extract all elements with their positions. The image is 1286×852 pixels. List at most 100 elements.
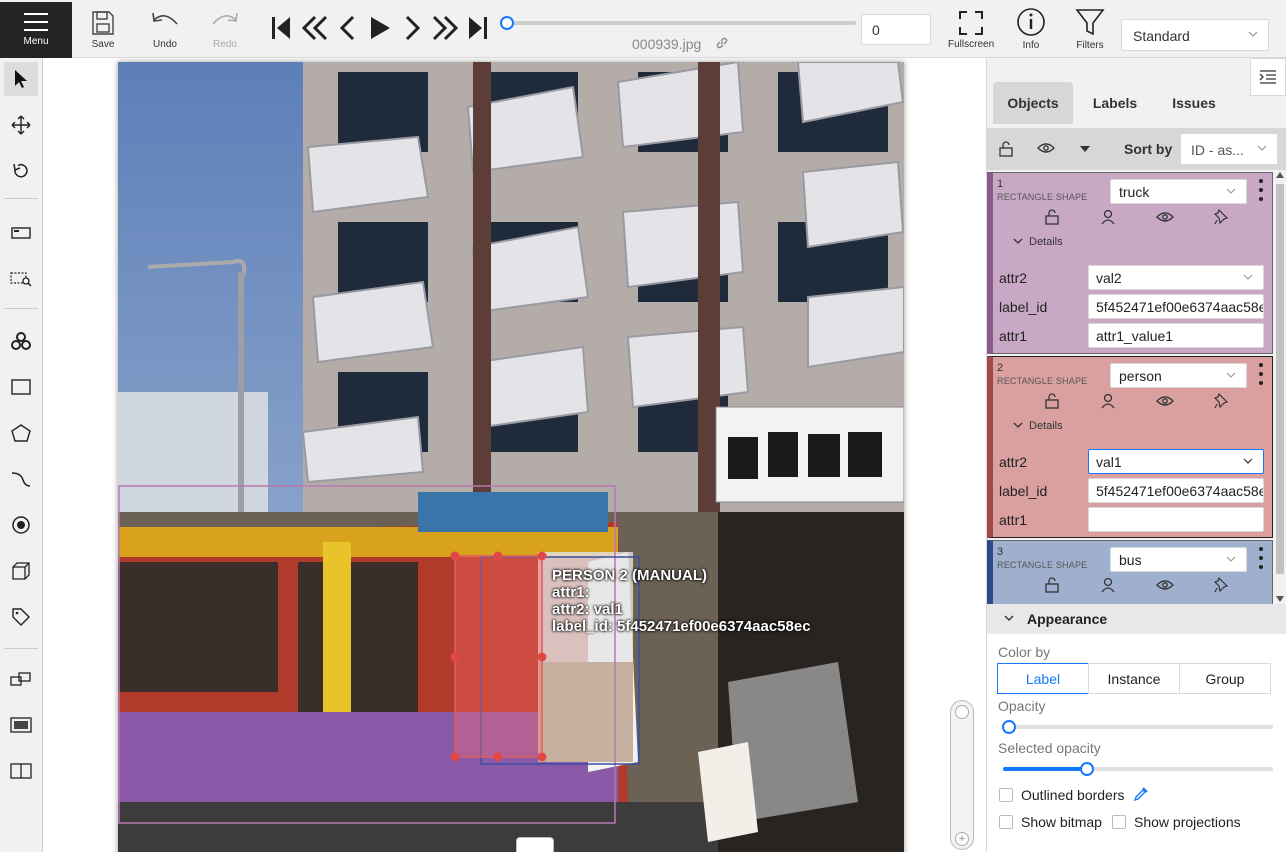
tag-icon	[12, 608, 30, 626]
object-label-select[interactable]: person	[1110, 363, 1247, 388]
move-tool[interactable]	[4, 108, 38, 142]
pin-icon[interactable]	[1214, 393, 1228, 409]
pin-icon[interactable]	[1214, 209, 1228, 225]
tab-objects[interactable]: Objects	[993, 82, 1073, 124]
attr-name: label_id	[999, 299, 1048, 315]
points-tool[interactable]	[4, 508, 38, 542]
user-icon[interactable]	[1101, 393, 1115, 409]
rotate-tool[interactable]	[4, 154, 38, 188]
lock-icon[interactable]	[1045, 577, 1059, 593]
attr1-input[interactable]	[1088, 507, 1264, 532]
frame-slider-handle[interactable]	[500, 16, 514, 30]
outlined-borders-checkbox[interactable]	[999, 788, 1013, 802]
menu-button[interactable]: Menu	[0, 2, 72, 58]
user-icon[interactable]	[1101, 577, 1115, 593]
attr2-select[interactable]: val2	[1088, 265, 1264, 290]
cursor-tool[interactable]	[4, 62, 38, 96]
sort-select[interactable]: ID - as...	[1180, 133, 1278, 165]
workspace-value: Standard	[1133, 28, 1190, 44]
details-label: Details	[1029, 236, 1063, 248]
info-button[interactable]: Info	[1016, 8, 1046, 51]
polyline-tool[interactable]	[4, 462, 38, 496]
backward-step-icon[interactable]	[300, 14, 330, 42]
show-bitmap-checkbox[interactable]	[999, 815, 1013, 829]
zoom-slider-handle[interactable]	[955, 705, 969, 719]
color-by-label-option[interactable]: Label	[997, 663, 1089, 694]
info-label: Info	[1022, 40, 1040, 51]
redo-button[interactable]: Redo	[210, 10, 240, 50]
rectangle-tool[interactable]	[4, 370, 38, 404]
color-by-instance-option[interactable]: Instance	[1088, 663, 1180, 694]
zoom-region-tool[interactable]	[4, 262, 38, 296]
details-toggle[interactable]: Details	[1013, 420, 1063, 432]
object-label-select[interactable]: truck	[1110, 179, 1247, 204]
tag-tool[interactable]	[4, 600, 38, 634]
bottom-panel-toggle[interactable]	[516, 837, 554, 852]
selected-opacity-slider[interactable]	[1003, 762, 1273, 776]
fullscreen-button[interactable]: Fullscreen	[948, 10, 994, 50]
show-projections-checkbox[interactable]	[1112, 815, 1126, 829]
object-item-person[interactable]: 2 RECTANGLE SHAPE person Details attr2 v…	[987, 356, 1273, 538]
polygon-tool[interactable]	[4, 416, 38, 450]
forward-step-icon[interactable]	[430, 14, 460, 42]
attr1-input[interactable]: attr1_value1	[1088, 323, 1264, 348]
selected-opacity-slider-handle[interactable]	[1080, 762, 1094, 776]
attr-name: attr2	[999, 270, 1028, 286]
more-options-icon[interactable]	[1258, 179, 1264, 201]
object-label-select[interactable]: bus	[1110, 547, 1247, 572]
frame-slider[interactable]	[506, 21, 856, 25]
previous-frame-icon[interactable]	[338, 14, 358, 42]
split-icon	[10, 763, 32, 779]
user-icon[interactable]	[1101, 209, 1115, 225]
eye-icon[interactable]	[1156, 211, 1174, 223]
zoom-slider[interactable]: +	[950, 700, 974, 850]
lock-icon[interactable]	[1045, 209, 1059, 225]
scrollbar-thumb[interactable]	[1276, 184, 1284, 574]
group-tool[interactable]	[4, 708, 38, 742]
merge-tool[interactable]	[4, 662, 38, 696]
tab-issues[interactable]: Issues	[1159, 82, 1229, 124]
workspace-select[interactable]: Standard	[1121, 19, 1269, 51]
color-by-group-option[interactable]: Group	[1179, 663, 1271, 694]
zoom-in-icon[interactable]: +	[955, 832, 969, 846]
annotation-canvas[interactable]: PERSON 2 (MANUAL) attr1: attr2: val1 lab…	[43, 58, 986, 852]
pin-icon[interactable]	[1214, 577, 1228, 593]
undo-button[interactable]: Undo	[150, 10, 180, 50]
last-frame-icon[interactable]	[467, 14, 489, 42]
frame-number-input[interactable]: 0	[861, 14, 931, 45]
fullscreen-label: Fullscreen	[948, 39, 995, 50]
opacity-slider[interactable]	[1002, 720, 1273, 734]
label-id-input[interactable]: 5f452471ef00e6374aac58ec	[1088, 478, 1264, 503]
eye-all-icon[interactable]	[1037, 142, 1055, 154]
lock-icon[interactable]	[1045, 393, 1059, 409]
first-frame-icon[interactable]	[270, 14, 292, 42]
fit-image-tool[interactable]	[4, 216, 38, 250]
details-toggle[interactable]: Details	[1013, 236, 1063, 248]
frame-image: PERSON 2 (MANUAL) attr1: attr2: val1 lab…	[118, 62, 904, 852]
play-icon[interactable]	[368, 14, 392, 42]
more-options-icon[interactable]	[1258, 363, 1264, 385]
color-picker-icon[interactable]	[1133, 786, 1149, 802]
scroll-up-icon[interactable]	[1276, 172, 1284, 178]
eye-icon[interactable]	[1156, 579, 1174, 591]
save-button[interactable]: Save	[91, 10, 115, 50]
eye-icon[interactable]	[1156, 395, 1174, 407]
ai-tools-tool[interactable]	[4, 324, 38, 358]
scroll-down-icon[interactable]	[1276, 596, 1284, 602]
filters-button[interactable]: Filters	[1075, 9, 1105, 51]
split-tool[interactable]	[4, 754, 38, 788]
object-item-bus[interactable]: 3 RECTANGLE SHAPE bus	[987, 540, 1273, 604]
label-id-input[interactable]: 5f452471ef00e6374aac58ec	[1088, 294, 1264, 319]
opacity-slider-handle[interactable]	[1002, 720, 1016, 734]
more-options-icon[interactable]	[1258, 547, 1264, 569]
objects-scrollbar[interactable]	[1273, 170, 1286, 604]
link-icon[interactable]	[715, 36, 729, 50]
attr2-select[interactable]: val1	[1088, 449, 1264, 474]
caret-down-icon[interactable]	[1079, 145, 1091, 153]
next-frame-icon[interactable]	[402, 14, 422, 42]
appearance-header[interactable]: Appearance	[987, 604, 1286, 634]
cuboid-tool[interactable]	[4, 554, 38, 588]
tab-labels[interactable]: Labels	[1077, 82, 1153, 124]
lock-all-icon[interactable]	[999, 141, 1013, 157]
object-item-truck[interactable]: 1 RECTANGLE SHAPE truck Details attr2 va…	[987, 172, 1273, 354]
